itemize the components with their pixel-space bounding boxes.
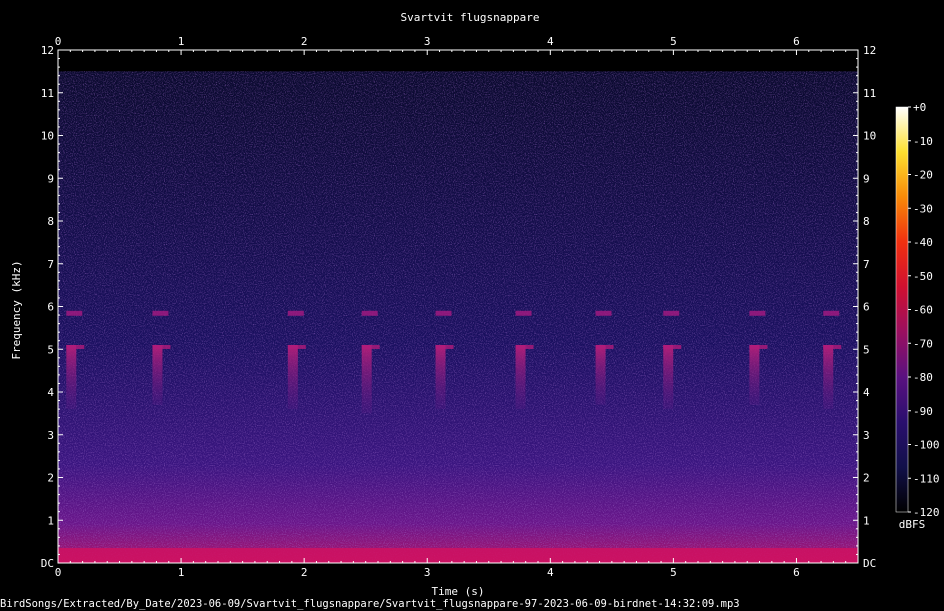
- colorbar-tick-label: -100: [913, 439, 940, 452]
- x-tick-label: 0: [55, 35, 62, 48]
- call-upper-note: [823, 310, 840, 316]
- colorbar-tick-label: +0: [913, 101, 926, 114]
- y-tick-label: 10: [863, 130, 876, 143]
- x-tick-label: 1: [178, 566, 185, 579]
- colorbar-tick-label: -20: [913, 169, 933, 182]
- x-tick-label: 3: [424, 35, 431, 48]
- y-axis-label: Frequency (kHz): [10, 260, 23, 359]
- call-upper-note: [361, 310, 378, 316]
- colorbar-gradient: [895, 106, 909, 513]
- colorbar-tick-label: -10: [913, 135, 933, 148]
- file-path-footer: BirdSongs/Extracted/By_Date/2023-06-09/S…: [0, 598, 740, 610]
- call-sweep: [515, 344, 526, 410]
- x-tick-label: 3: [424, 566, 431, 579]
- call-onset: [823, 344, 842, 349]
- call-sweep: [152, 344, 163, 405]
- colorbar-tick-label: -60: [913, 304, 933, 317]
- call-onset: [663, 344, 682, 349]
- x-tick-label: 5: [670, 35, 677, 48]
- y-tick-label: 1: [863, 514, 870, 527]
- call-onset: [66, 344, 85, 349]
- y-tick-label: 8: [47, 215, 54, 228]
- y-tick-label: 4: [47, 386, 54, 399]
- y-tick-label: DC: [41, 557, 54, 570]
- call-onset: [435, 344, 454, 349]
- call-onset: [361, 344, 380, 349]
- y-tick-label: 3: [863, 429, 870, 442]
- colorbar: +0-10-20-30-40-50-60-70-80-90-100-110-12…: [895, 101, 940, 519]
- y-tick-label: 10: [41, 130, 54, 143]
- colorbar-tick-label: -30: [913, 202, 933, 215]
- y-tick-label: 8: [863, 215, 870, 228]
- call-onset: [595, 344, 614, 349]
- spectrogram-chart: Svartvit flugsnappare 0123456 0123456 DC…: [0, 11, 940, 610]
- call-upper-note: [595, 310, 612, 316]
- y-tick-label: 1: [47, 514, 54, 527]
- x-axis-label: Time (s): [432, 585, 485, 598]
- call-upper-note: [66, 310, 83, 316]
- colorbar-tick-label: -110: [913, 472, 940, 485]
- y-tick-label: DC: [863, 557, 876, 570]
- x-tick-label: 1: [178, 35, 185, 48]
- y-tick-label: 12: [863, 44, 876, 57]
- y-tick-label: 11: [41, 87, 54, 100]
- y-tick-label: 2: [863, 472, 870, 485]
- y-tick-label: 11: [863, 87, 876, 100]
- call-sweep: [595, 344, 606, 405]
- x-tick-label: 6: [793, 35, 800, 48]
- call-sweep: [823, 344, 834, 410]
- call-onset: [515, 344, 534, 349]
- chart-title: Svartvit flugsnappare: [400, 11, 539, 24]
- call-sweep: [66, 344, 77, 410]
- x-tick-label: 0: [55, 566, 62, 579]
- call-sweep: [287, 344, 298, 410]
- call-sweep: [749, 344, 760, 405]
- colorbar-tick-label: -70: [913, 337, 933, 350]
- spectrogram-noise: [58, 71, 858, 563]
- y-tick-label: 12: [41, 44, 54, 57]
- x-tick-label: 2: [301, 566, 308, 579]
- y-tick-label: 9: [863, 172, 870, 185]
- y-tick-label: 7: [863, 258, 870, 271]
- y-tick-label: 4: [863, 386, 870, 399]
- call-onset: [287, 344, 306, 349]
- x-tick-label: 4: [547, 566, 554, 579]
- call-onset: [152, 344, 171, 349]
- call-upper-note: [515, 310, 532, 316]
- call-sweep: [435, 344, 446, 410]
- call-upper-note: [435, 310, 452, 316]
- y-tick-label: 3: [47, 429, 54, 442]
- dc-band: [58, 548, 858, 563]
- x-tick-label: 4: [547, 35, 554, 48]
- x-tick-label: 5: [670, 566, 677, 579]
- call-sweep: [361, 344, 372, 414]
- y-tick-label: 6: [863, 301, 870, 314]
- colorbar-tick-label: -40: [913, 236, 933, 249]
- y-tick-label: 7: [47, 258, 54, 271]
- call-upper-note: [749, 310, 766, 316]
- call-onset: [749, 344, 768, 349]
- y-tick-label: 5: [863, 343, 870, 356]
- colorbar-tick-label: -50: [913, 270, 933, 283]
- colorbar-label: dBFS: [899, 518, 926, 531]
- y-tick-label: 5: [47, 343, 54, 356]
- call-sweep: [663, 344, 674, 410]
- x-tick-label: 2: [301, 35, 308, 48]
- colorbar-tick-label: -80: [913, 371, 933, 384]
- call-upper-note: [663, 310, 680, 316]
- plot-area: [57, 49, 859, 564]
- y-tick-label: 2: [47, 472, 54, 485]
- y-tick-label: 9: [47, 172, 54, 185]
- y-tick-label: 6: [47, 301, 54, 314]
- x-tick-label: 6: [793, 566, 800, 579]
- call-upper-note: [287, 310, 304, 316]
- call-upper-note: [152, 310, 169, 316]
- colorbar-tick-label: -90: [913, 405, 933, 418]
